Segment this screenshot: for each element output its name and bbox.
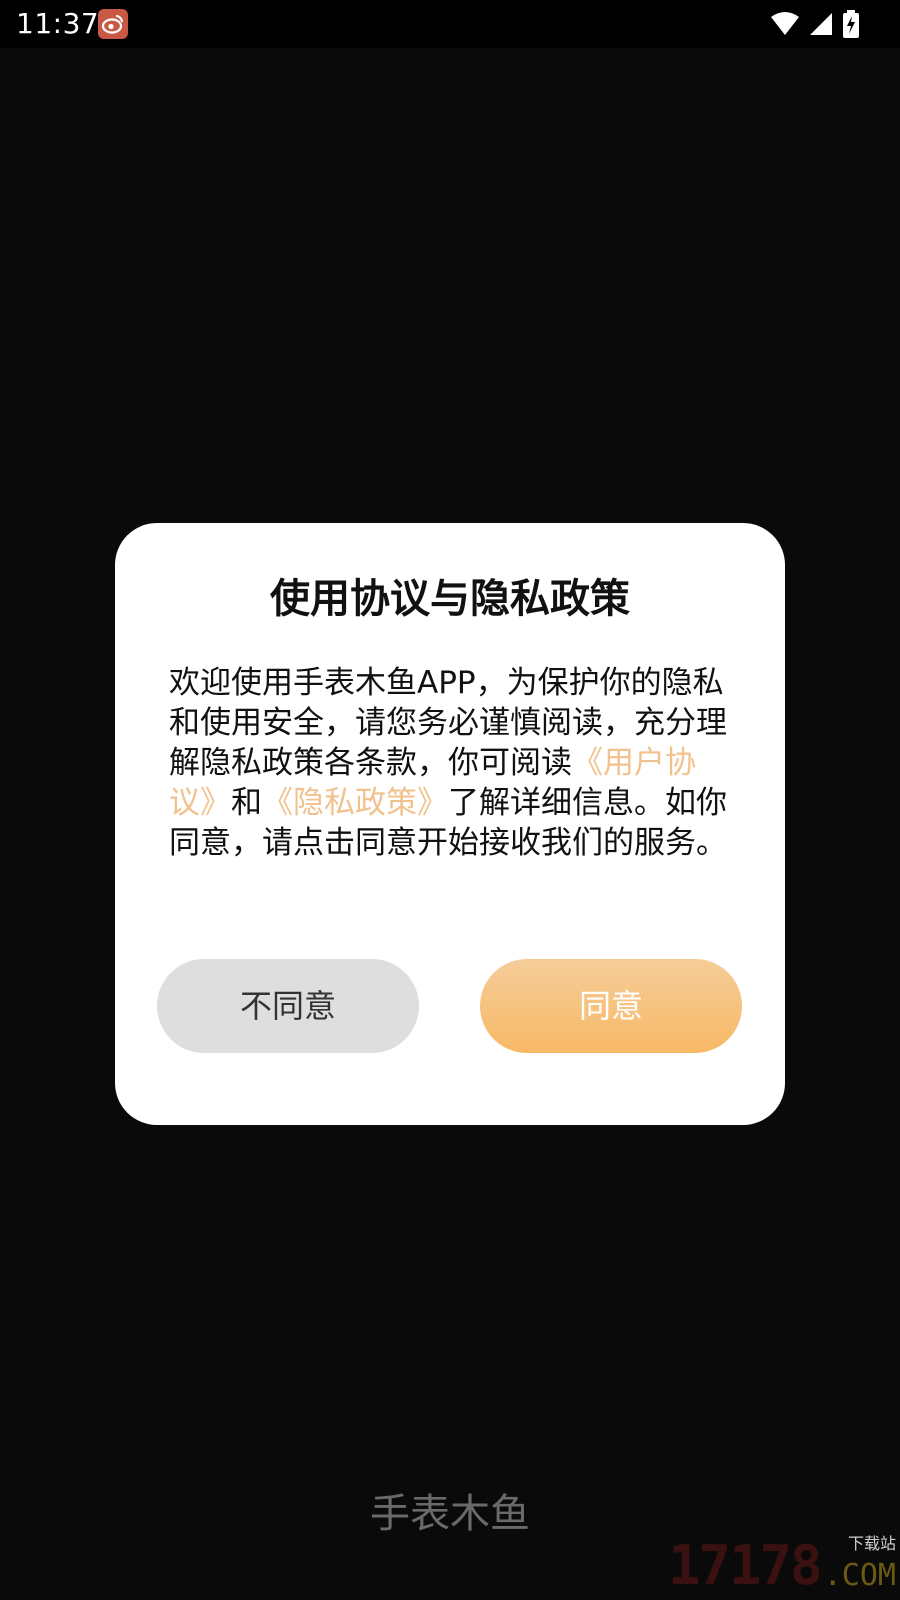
watermark-domain: .COM [823,1558,896,1593]
agree-button[interactable]: 同意 [480,959,742,1053]
watermark-logo: 17178 下载站 .COM [668,1534,896,1594]
cellular-signal-icon [808,11,834,37]
dialog-body: 欢迎使用手表木鱼APP，为保护你的隐私和使用安全，请您务必谨慎阅读，充分理解隐私… [169,663,729,863]
dialog-title: 使用协议与隐私政策 [270,576,630,622]
watermark-site: 下载站 [847,1534,896,1553]
body-text-and: 和 [231,785,262,821]
wifi-icon [770,11,800,37]
privacy-dialog: 使用协议与隐私政策 欢迎使用手表木鱼APP，为保护你的隐私和使用安全，请您务必谨… [115,523,785,1125]
watermark-number: 17178 [668,1534,823,1597]
status-time: 11:37 [16,7,100,40]
privacy-policy-link[interactable]: 《隐私政策》 [262,785,448,821]
disagree-button[interactable]: 不同意 [157,959,419,1053]
status-bar: 11:37 [0,0,900,48]
battery-charging-icon [842,10,860,38]
weibo-notification-icon [98,9,128,39]
status-icons [770,8,860,40]
